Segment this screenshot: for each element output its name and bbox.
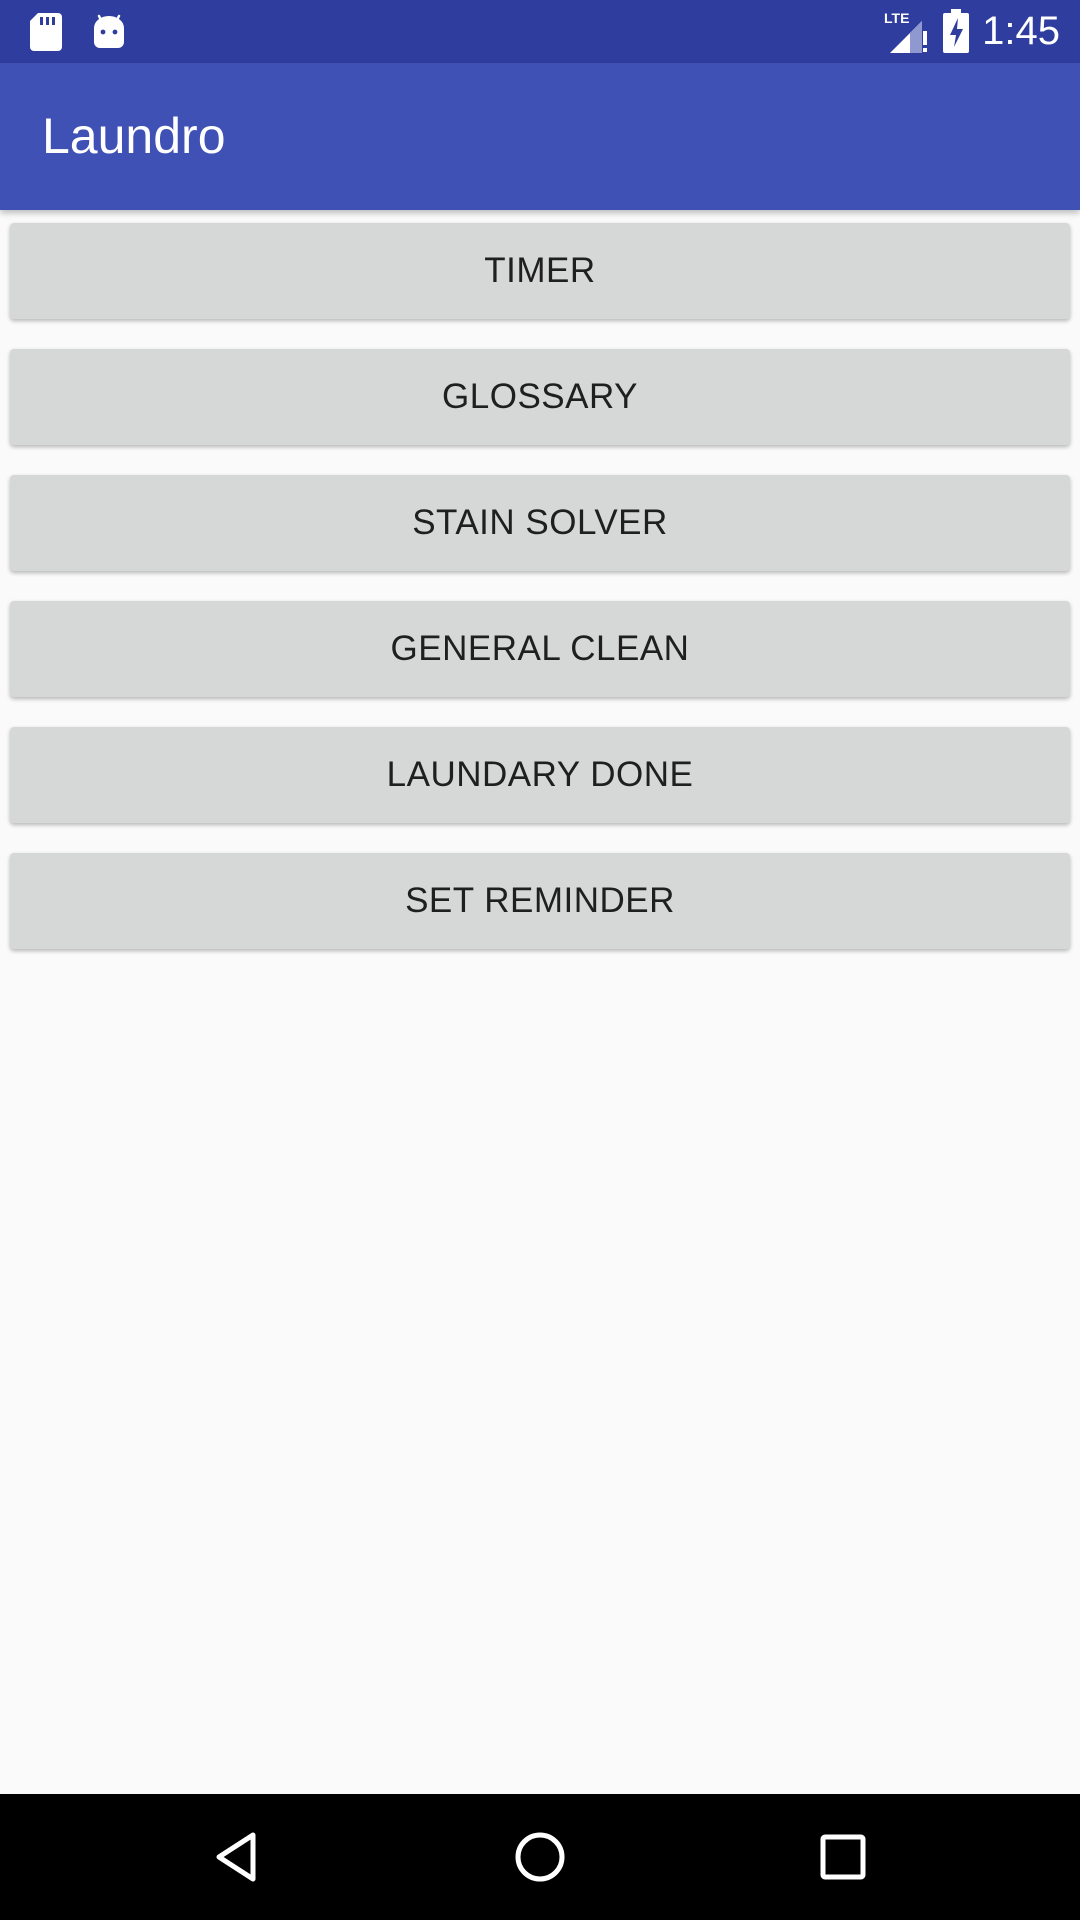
status-bar: LTE 1:45 xyxy=(0,0,1080,63)
battery-charging-icon xyxy=(942,9,970,53)
status-right-icons: LTE 1:45 xyxy=(882,6,1060,56)
recents-icon[interactable] xyxy=(810,1824,876,1890)
set-reminder-button[interactable]: SET REMINDER xyxy=(10,853,1070,949)
general-clean-button[interactable]: GENERAL CLEAN xyxy=(10,601,1070,697)
stain-solver-button[interactable]: STAIN SOLVER xyxy=(10,475,1070,571)
lte-signal-icon: LTE xyxy=(882,9,930,53)
menu-list: TIMER GLOSSARY STAIN SOLVER GENERAL CLEA… xyxy=(0,210,1080,1794)
home-icon[interactable] xyxy=(507,1824,573,1890)
status-time: 1:45 xyxy=(982,8,1060,53)
app-bar: Laundro xyxy=(0,63,1080,210)
status-left-icons xyxy=(30,10,126,54)
timer-button[interactable]: TIMER xyxy=(10,223,1070,319)
navigation-bar xyxy=(0,1794,1080,1920)
glossary-button[interactable]: GLOSSARY xyxy=(10,349,1070,445)
sd-card-icon xyxy=(30,13,62,51)
app-title: Laundro xyxy=(42,108,226,164)
laundary-done-button[interactable]: LAUNDARY DONE xyxy=(10,727,1070,823)
screen: LTE 1:45 Laundro TIMER GLOSSARY STAIN SO… xyxy=(0,0,1080,1920)
network-label: LTE xyxy=(884,10,909,26)
back-icon[interactable] xyxy=(204,1824,270,1890)
android-icon xyxy=(92,14,126,50)
